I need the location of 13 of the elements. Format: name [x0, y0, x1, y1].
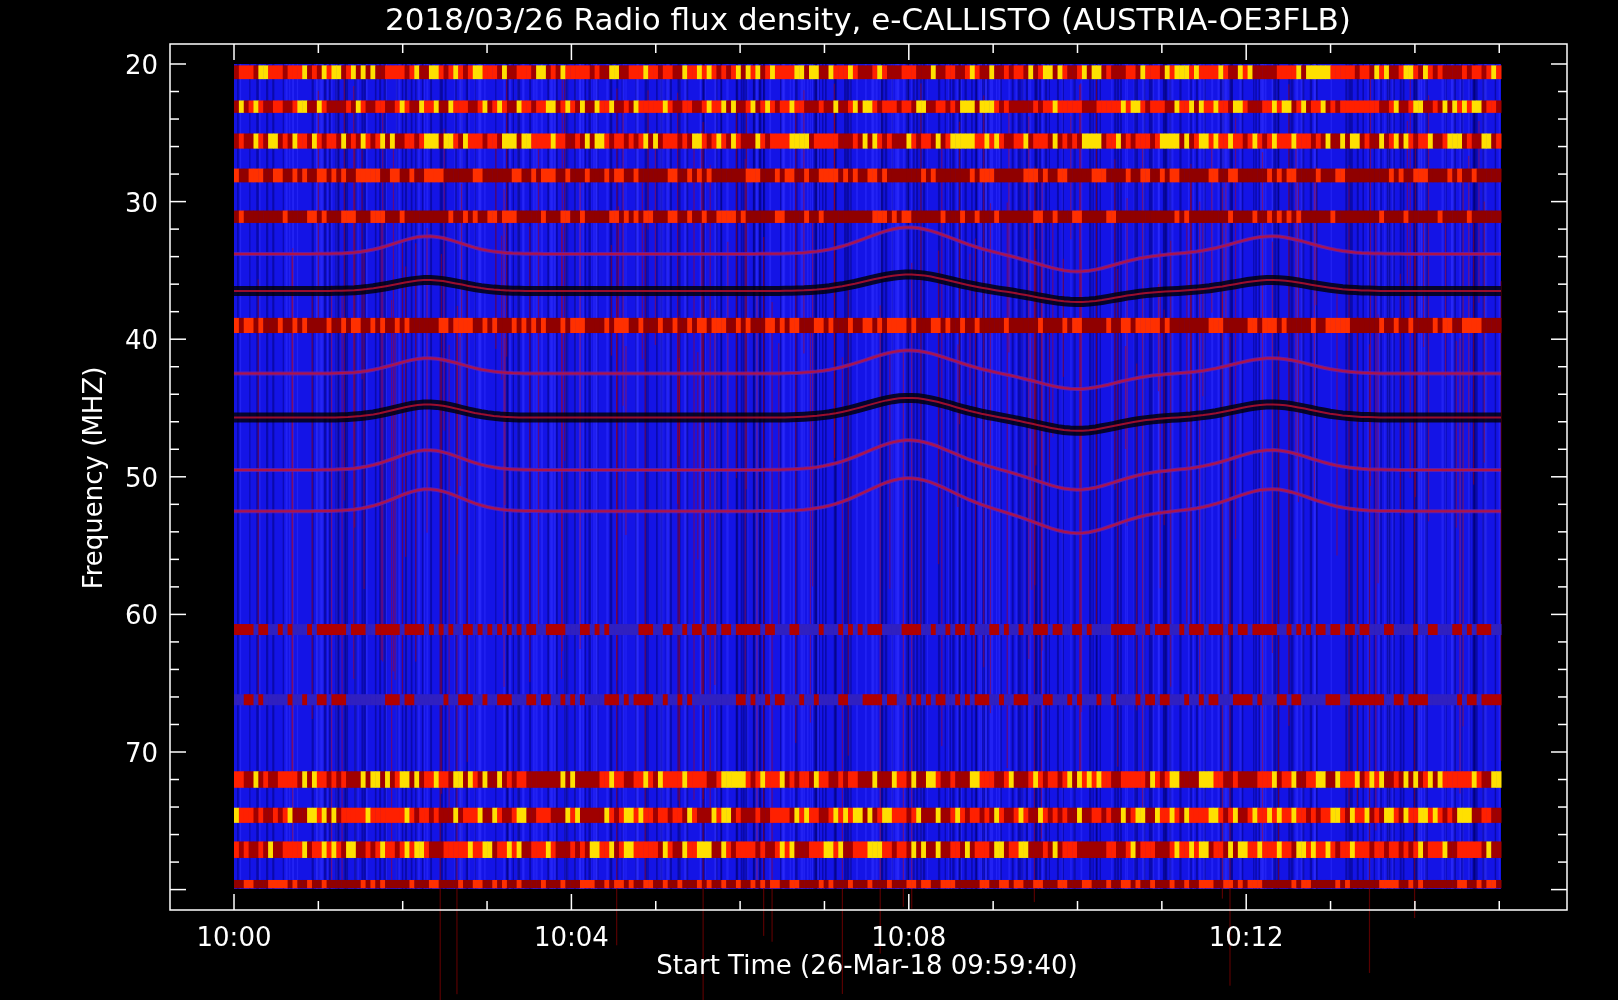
x-tick-label: 10:04: [533, 922, 609, 952]
y-tick-label: 50: [124, 462, 158, 493]
y-tick-label: 20: [124, 50, 158, 80]
plot-title: 2018/03/26 Radio flux density, e-CALLISTO (AUSTRIA-OE3FLB): [385, 1, 1351, 37]
y-axis-label: Frequency (MHZ): [78, 366, 108, 590]
x-axis-label: Start Time (26-Mar-18 09:59:40): [656, 950, 1078, 980]
x-tick-label: 10:12: [1208, 922, 1284, 952]
y-tick-label: 40: [124, 325, 158, 356]
x-tick-label: 10:00: [196, 922, 272, 952]
x-tick-label: 10:08: [871, 922, 947, 952]
y-tick-label: 60: [124, 600, 158, 631]
y-tick-label: 30: [124, 187, 158, 218]
y-tick-label: 70: [124, 738, 158, 768]
